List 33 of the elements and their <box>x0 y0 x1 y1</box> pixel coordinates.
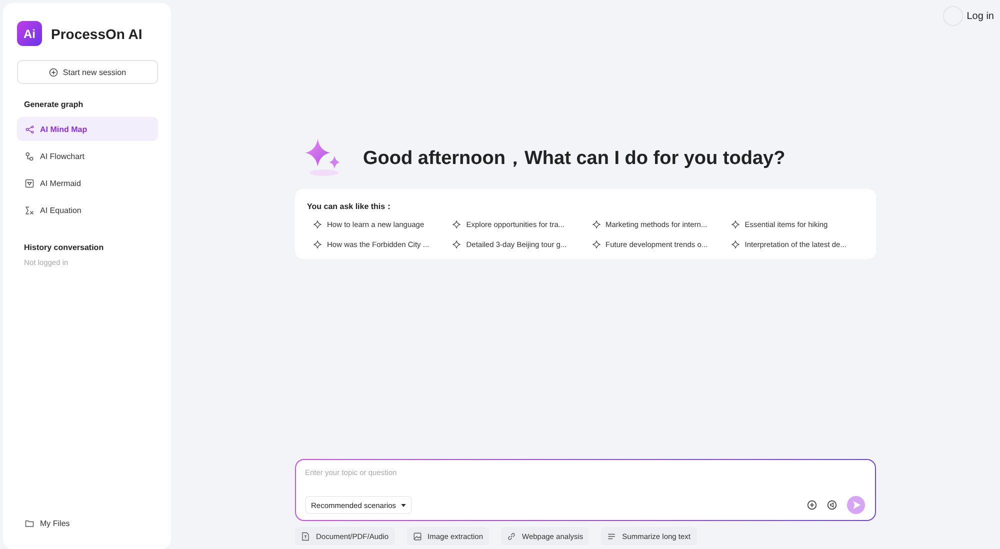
branch-icon <box>25 124 34 134</box>
lines-icon <box>607 532 616 540</box>
plus-circle-icon[interactable] <box>807 500 817 510</box>
greeting-heading: Good afternoon，What can I do for you today? <box>363 147 786 171</box>
sparkle-icon <box>313 220 322 229</box>
nav-item[interactable]: AI Flowchart <box>17 144 158 168</box>
logo-icon: Ai <box>17 21 42 46</box>
app-title: ProcessOn AI <box>51 26 142 42</box>
flowchart-icon <box>25 152 34 160</box>
link-icon <box>507 532 516 540</box>
sparkle-icon <box>452 220 462 229</box>
nav-item[interactable]: AI Mermaid <box>17 171 158 195</box>
sparkle-icon <box>452 240 462 249</box>
sparkle-icon <box>592 220 600 229</box>
section-heading: Generate graph <box>24 100 84 109</box>
section-heading: History conversation <box>24 243 105 252</box>
nav-item[interactable]: AI Equation <box>17 198 158 222</box>
sparkle-icon <box>730 240 740 249</box>
image-icon <box>412 532 422 540</box>
sparkle-icon <box>730 220 740 229</box>
sigma-icon <box>25 206 34 214</box>
new-session-button[interactable]: Start new session <box>17 60 158 84</box>
sparkle-icon <box>313 240 322 249</box>
speaker-icon[interactable] <box>827 500 837 510</box>
document-icon <box>301 532 310 540</box>
sparkle-icon <box>592 240 600 249</box>
login-button[interactable]: Log in <box>942 5 994 27</box>
nav-item[interactable]: AI Mind Map <box>17 117 158 141</box>
plus-circle-icon <box>48 68 58 76</box>
my-files-link[interactable]: My Files <box>17 511 158 535</box>
folder-icon <box>25 518 34 528</box>
caret-icon <box>401 504 406 506</box>
suggestions-title: You can ask like this： <box>307 201 394 212</box>
